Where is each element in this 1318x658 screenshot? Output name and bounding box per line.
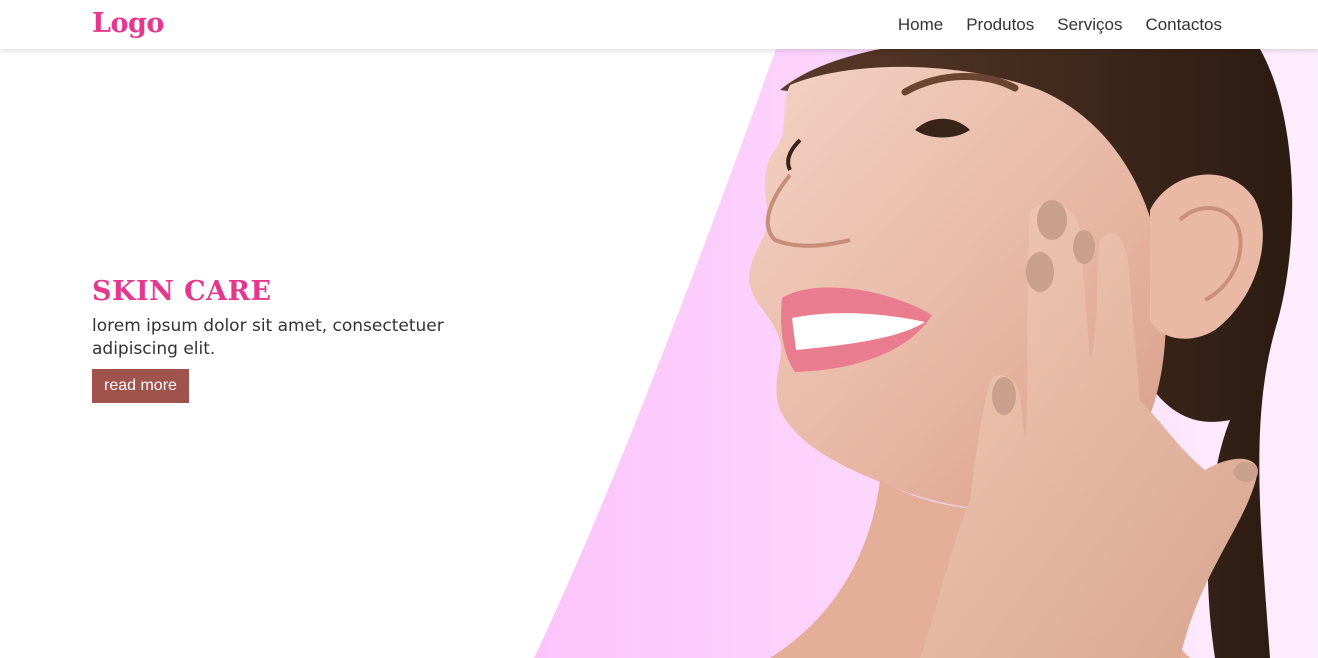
nav-link-servicos[interactable]: Serviços bbox=[1057, 15, 1122, 35]
nav-link-produtos[interactable]: Produtos bbox=[966, 15, 1034, 35]
hero-description: lorem ipsum dolor sit amet, consectetuer… bbox=[92, 316, 444, 359]
nav-link-home[interactable]: Home bbox=[898, 15, 943, 35]
nav-link-contactos[interactable]: Contactos bbox=[1145, 15, 1222, 35]
read-more-button[interactable]: read more bbox=[92, 369, 189, 403]
hero-section: SKIN CARE lorem ipsum dolor sit amet, co… bbox=[92, 276, 512, 403]
nav-menu: Home Produtos Serviços Contactos bbox=[898, 15, 1222, 35]
navbar: Logo Home Produtos Serviços Contactos bbox=[0, 0, 1318, 49]
logo[interactable]: Logo bbox=[92, 8, 164, 39]
hero-title: SKIN CARE bbox=[92, 276, 272, 307]
